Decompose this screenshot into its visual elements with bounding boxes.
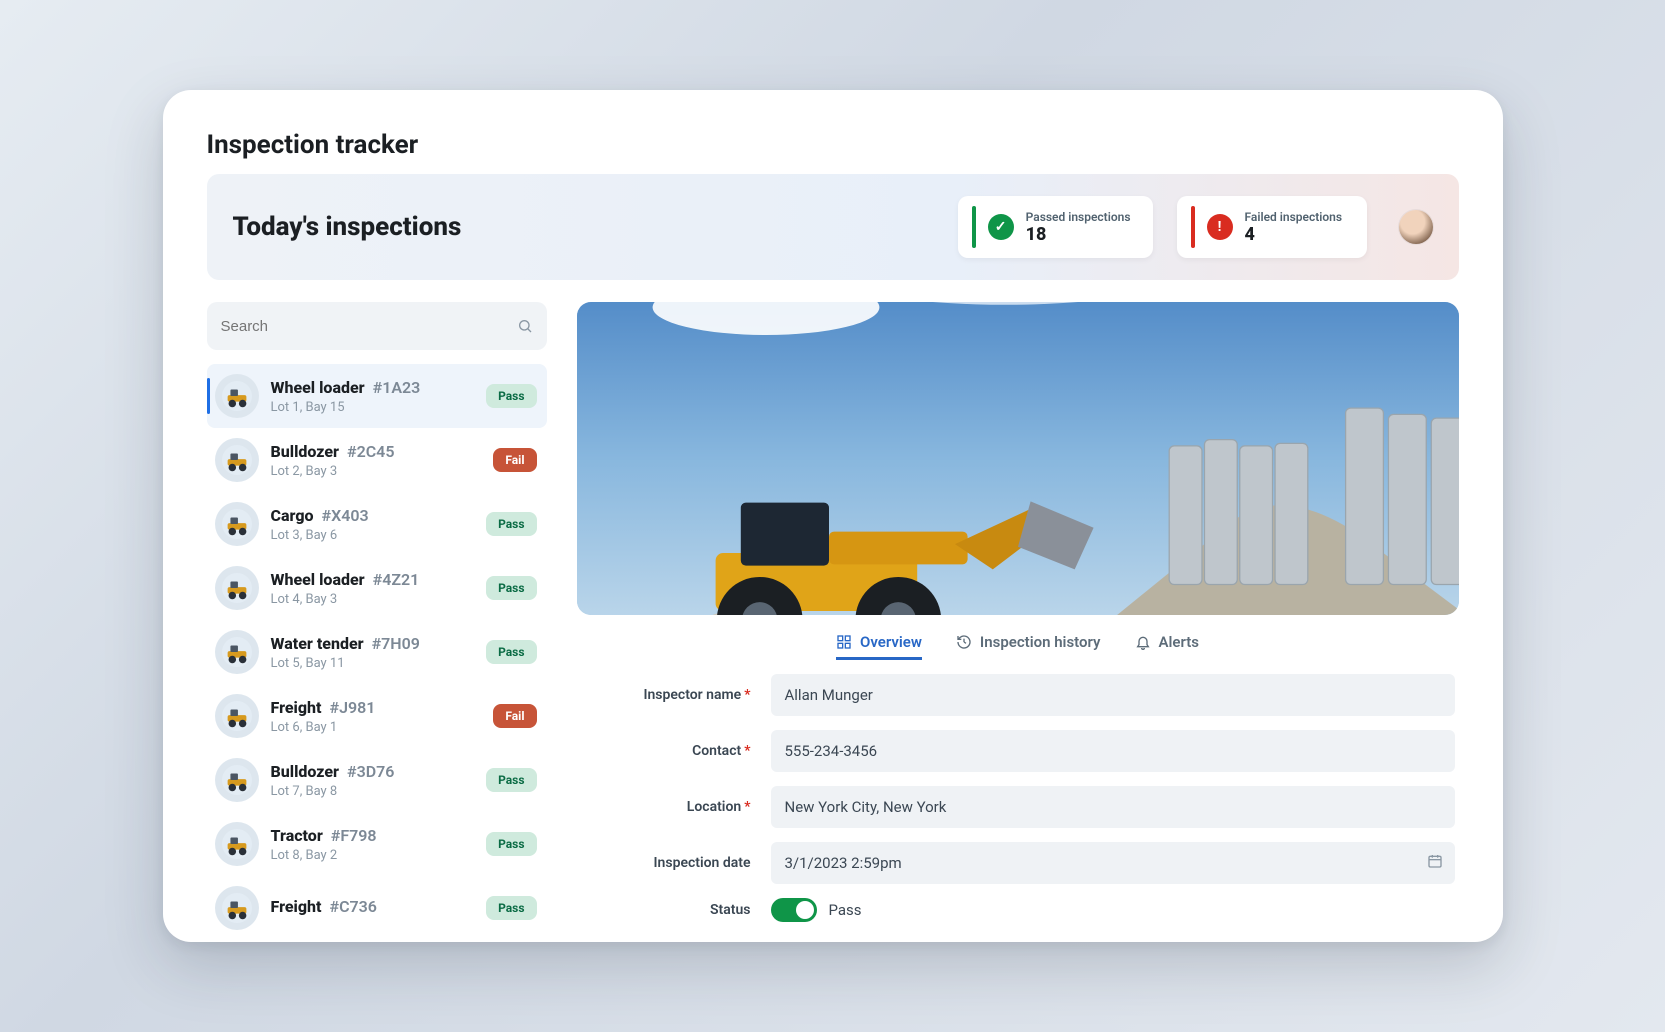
inspection-date-field[interactable]: 3/1/2023 2:59pm: [771, 842, 1455, 884]
tab-inspection-history[interactable]: Inspection history: [956, 633, 1101, 660]
item-location: Lot 1, Bay 15: [271, 400, 475, 415]
stat-passed-value: 18: [1026, 224, 1131, 245]
inspection-list: Wheel loader#1A23Lot 1, Bay 15PassBulldo…: [207, 364, 547, 940]
vehicle-thumb: [215, 758, 259, 802]
list-item[interactable]: Water tender #7H09 Lot 5, Bay 11 Pass: [207, 620, 547, 684]
item-code: #J981: [330, 698, 376, 717]
avatar[interactable]: [1399, 210, 1433, 244]
item-name: Tractor: [271, 826, 323, 845]
location-label: Location*: [581, 799, 751, 815]
tab-alerts-label: Alerts: [1159, 633, 1200, 651]
item-name: Cargo: [271, 506, 314, 525]
item-code: #1A23: [373, 378, 421, 397]
item-code: #7H09: [372, 634, 420, 653]
item-location: Lot 7, Bay 8: [271, 784, 475, 799]
list-item[interactable]: Freight #C736 Pass: [207, 876, 547, 940]
status-badge: Pass: [486, 640, 536, 664]
stat-rule-fail: [1191, 206, 1195, 248]
vehicle-thumb: [215, 822, 259, 866]
tabs: Overview Inspection history Alerts: [577, 615, 1459, 674]
tab-history-label: Inspection history: [980, 633, 1101, 651]
detail-pane: Overview Inspection history Alerts Inspe…: [577, 302, 1459, 942]
stat-failed-label: Failed inspections: [1245, 210, 1343, 224]
contact-field[interactable]: 555-234-3456: [771, 730, 1455, 772]
detail-form: Inspector name* Allan Munger Contact* 55…: [577, 674, 1459, 942]
stat-failed-value: 4: [1245, 224, 1343, 245]
item-location: Lot 8, Bay 2: [271, 848, 475, 863]
bell-icon: [1135, 634, 1151, 650]
item-name: Water tender: [271, 634, 364, 653]
item-name: Freight: [271, 897, 322, 916]
stat-rule-pass: [972, 206, 976, 248]
list-item[interactable]: Wheel loader #1A23 Lot 1, Bay 15 Pass: [207, 364, 547, 428]
page-title: Inspection tracker: [207, 130, 1459, 160]
item-code: #X403: [322, 506, 369, 525]
check-circle-icon: ✓: [988, 214, 1014, 240]
vehicle-thumb: [215, 694, 259, 738]
item-name: Bulldozer: [271, 442, 340, 461]
status-label: Status: [581, 902, 751, 918]
list-item[interactable]: Freight #J981 Lot 6, Bay 1 Fail: [207, 684, 547, 748]
item-location: Lot 6, Bay 1: [271, 720, 482, 735]
item-code: #2C45: [347, 442, 394, 461]
banner: Today's inspections ✓ Passed inspections…: [207, 174, 1459, 280]
alert-circle-icon: !: [1207, 214, 1233, 240]
tab-overview[interactable]: Overview: [836, 633, 922, 660]
item-code: #C736: [330, 897, 377, 916]
hero-image: [577, 302, 1459, 615]
calendar-icon[interactable]: [1427, 853, 1443, 873]
content: Wheel loader#1A23Lot 1, Bay 15PassBulldo…: [207, 302, 1459, 942]
status-badge: Pass: [486, 832, 536, 856]
tab-overview-label: Overview: [860, 633, 922, 651]
status-badge: Fail: [493, 704, 536, 728]
history-icon: [956, 634, 972, 650]
item-location: Lot 3, Bay 6: [271, 528, 475, 543]
status-badge: Pass: [486, 384, 536, 408]
search-icon: [517, 318, 533, 334]
inspector-name-label: Inspector name*: [581, 687, 751, 703]
vehicle-thumb: [215, 438, 259, 482]
list-item[interactable]: Tractor #F798 Lot 8, Bay 2 Pass: [207, 812, 547, 876]
item-code: #3D76: [347, 762, 394, 781]
banner-title: Today's inspections: [233, 212, 934, 242]
inspector-name-field[interactable]: Allan Munger: [771, 674, 1455, 716]
item-location: Lot 2, Bay 3: [271, 464, 482, 479]
location-field[interactable]: New York City, New York: [771, 786, 1455, 828]
inspection-date-label: Inspection date: [581, 855, 751, 871]
search-box[interactable]: [207, 302, 547, 350]
grid-icon: [836, 634, 852, 650]
status-badge: Pass: [486, 512, 536, 536]
search-input[interactable]: [221, 318, 507, 335]
item-name: Wheel loader: [271, 378, 365, 397]
item-location: Lot 5, Bay 11: [271, 656, 475, 671]
status-badge: Fail: [493, 448, 536, 472]
stat-passed: ✓ Passed inspections 18: [958, 196, 1153, 258]
status-badge: Pass: [486, 768, 536, 792]
item-name: Freight: [271, 698, 322, 717]
item-code: #F798: [331, 826, 377, 845]
stat-failed: ! Failed inspections 4: [1177, 196, 1367, 258]
app-card: Inspection tracker Today's inspections ✓…: [163, 90, 1503, 942]
status-toggle[interactable]: [771, 898, 817, 922]
item-location: Lot 4, Bay 3: [271, 592, 475, 607]
vehicle-thumb: [215, 630, 259, 674]
status-badge: Pass: [486, 896, 536, 920]
list-item[interactable]: Wheel loader #4Z21 Lot 4, Bay 3 Pass: [207, 556, 547, 620]
status-badge: Pass: [486, 576, 536, 600]
tab-alerts[interactable]: Alerts: [1135, 633, 1200, 660]
list-item[interactable]: Bulldozer #3D76 Lot 7, Bay 8 Pass: [207, 748, 547, 812]
stat-passed-label: Passed inspections: [1026, 210, 1131, 224]
status-value: Pass: [829, 901, 862, 919]
vehicle-thumb: [215, 502, 259, 546]
item-name: Bulldozer: [271, 762, 340, 781]
item-name: Wheel loader: [271, 570, 365, 589]
list-item[interactable]: Cargo #X403 Lot 3, Bay 6 Pass: [207, 492, 547, 556]
list-item[interactable]: Bulldozer #2C45 Lot 2, Bay 3 Fail: [207, 428, 547, 492]
vehicle-thumb: [215, 374, 259, 418]
sidebar: Wheel loader#1A23Lot 1, Bay 15PassBulldo…: [207, 302, 547, 942]
contact-label: Contact*: [581, 743, 751, 759]
vehicle-thumb: [215, 566, 259, 610]
vehicle-thumb: [215, 886, 259, 930]
item-code: #4Z21: [373, 570, 420, 589]
